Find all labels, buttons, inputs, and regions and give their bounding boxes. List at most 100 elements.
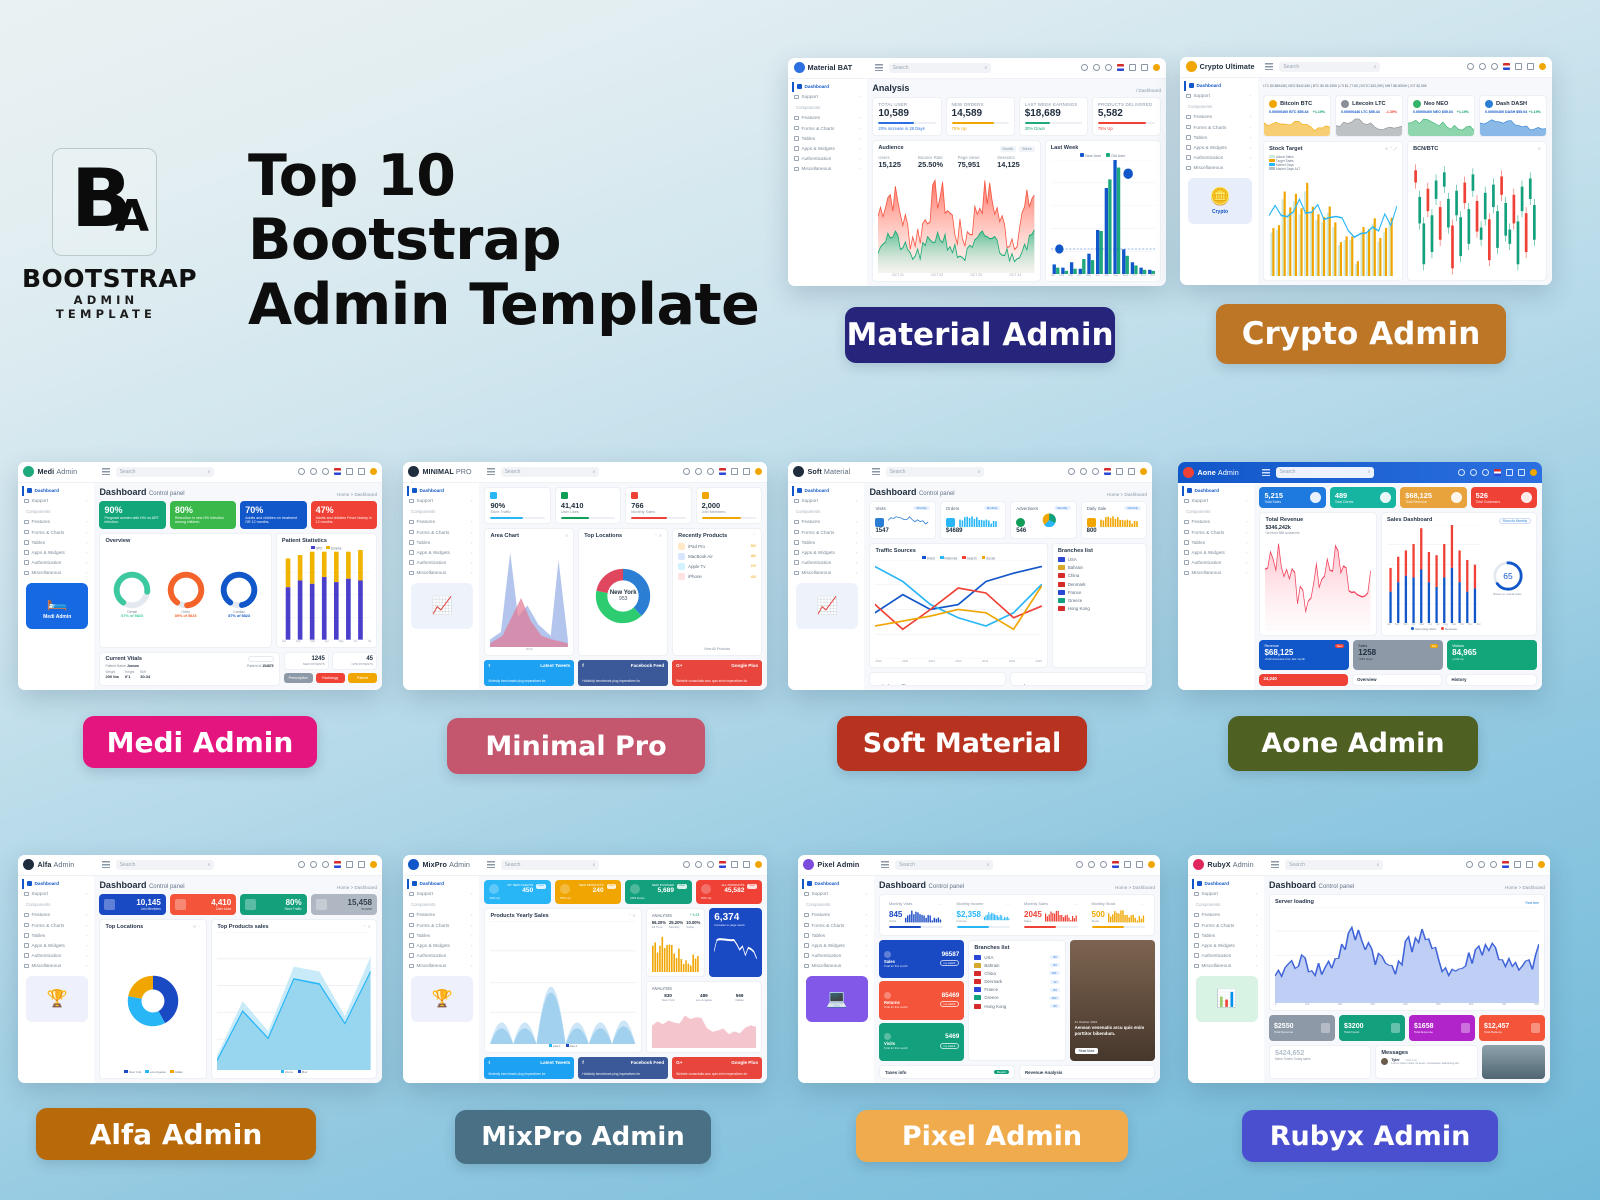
branch-row[interactable]: France 84 <box>974 986 1060 994</box>
branch-row[interactable]: USA 83 <box>974 953 1060 961</box>
sidebar-promo-card[interactable]: 🏆 <box>26 976 89 1023</box>
sidebar-item-forms-charts[interactable]: Forms & Charts › <box>1182 527 1254 537</box>
grid-apps-icon[interactable] <box>1135 861 1143 869</box>
sidebar-item-forms-charts[interactable]: Forms & Charts › <box>1184 122 1258 132</box>
chat-icon[interactable] <box>706 468 714 476</box>
template-label-soft-material[interactable]: Soft Material <box>837 716 1087 771</box>
realtime-badge[interactable]: Real time <box>1526 901 1539 905</box>
sidebar-item-authentication[interactable]: Authentication › <box>22 951 94 961</box>
sidebar-item-forms-charts[interactable]: Forms & Charts › <box>22 920 94 930</box>
moon-icon[interactable] <box>1081 64 1089 72</box>
grid-apps-icon[interactable] <box>742 468 750 476</box>
app-brand[interactable]: RubyX Admin <box>1193 859 1267 871</box>
branch-row[interactable]: Greece 402 <box>974 994 1060 1002</box>
app-brand[interactable]: MINIMAL PRO <box>408 466 482 478</box>
sidebar-item-features[interactable]: Features › <box>802 910 874 920</box>
sidebar-item-apps-widgets[interactable]: Apps & Widgets › <box>792 547 864 557</box>
language-flag-icon[interactable] <box>1117 64 1125 72</box>
sidebar-item-authentication[interactable]: Authentication › <box>22 558 94 568</box>
sidebar-item-forms-charts[interactable]: Forms & Charts › <box>792 527 864 537</box>
branch-row[interactable]: Denmark 12 <box>974 977 1060 985</box>
template-label-material-admin[interactable]: Material Admin <box>845 307 1115 363</box>
moon-icon[interactable] <box>1457 468 1465 476</box>
app-brand[interactable]: Soft Material <box>793 466 867 478</box>
panel-actions-icon[interactable]: ⌃ ✕ <box>628 913 636 921</box>
panel-actions-icon[interactable]: ✕ ⌃ ⤢ <box>1385 146 1397 154</box>
sidebar-item-dashboard[interactable]: Dashboard <box>1192 878 1264 889</box>
language-flag-icon[interactable] <box>1501 861 1509 869</box>
template-label-alfa-admin[interactable]: Alfa Admin <box>36 1108 316 1160</box>
menu-toggle-icon[interactable] <box>874 64 883 72</box>
fullscreen-icon[interactable] <box>1123 861 1131 869</box>
avatar[interactable] <box>1529 468 1537 476</box>
branch-row[interactable]: Bahrain <box>1057 564 1141 572</box>
template-label-rubyx-admin[interactable]: Rubyx Admin <box>1242 1110 1498 1162</box>
moon-icon[interactable] <box>1465 861 1473 869</box>
fullscreen-icon[interactable] <box>730 861 738 869</box>
sidebar-item-features[interactable]: Features › <box>407 910 479 920</box>
sidebar-item-miscellaneous[interactable]: Miscellaneous › <box>407 568 479 578</box>
breadcrumb[interactable]: Home > Dashboard <box>1115 885 1155 890</box>
sidebar-item-support[interactable]: Support › <box>792 496 864 506</box>
sidebar-item-forms-charts[interactable]: Forms & Charts › <box>407 920 479 930</box>
template-preview-medi-admin[interactable]: Medi Admin Search ⌕ Dashboard Support › … <box>18 462 382 690</box>
sidebar-item-miscellaneous[interactable]: Miscellaneous › <box>1192 961 1264 971</box>
language-flag-icon[interactable] <box>718 468 726 476</box>
sidebar-item-dashboard[interactable]: Dashboard <box>1184 80 1258 91</box>
chat-icon[interactable] <box>1489 861 1497 869</box>
search-input[interactable]: Search ⌕ <box>895 859 994 870</box>
language-flag-icon[interactable] <box>333 468 341 476</box>
breadcrumb[interactable]: Home > Dashboard <box>337 885 377 890</box>
sidebar-item-miscellaneous[interactable]: Miscellaneous › <box>1182 568 1254 578</box>
panel-actions-icon[interactable]: ⌃ ✕ <box>654 533 662 541</box>
vitals-search-input[interactable] <box>247 656 274 662</box>
avatar[interactable] <box>754 861 762 869</box>
stat-badge[interactable]: Monthly <box>1124 506 1141 511</box>
stat-view-button[interactable]: View <box>747 883 757 889</box>
sidebar-item-tables[interactable]: Tables › <box>407 537 479 547</box>
grid-apps-icon[interactable] <box>742 861 750 869</box>
sidebar-item-apps-widgets[interactable]: Apps & Widgets › <box>1182 547 1254 557</box>
product-row[interactable]: MacBook Air 480 <box>678 551 756 561</box>
avatar[interactable] <box>1539 63 1547 71</box>
fullscreen-icon[interactable] <box>1115 468 1123 476</box>
bell-icon[interactable] <box>1093 64 1101 72</box>
breadcrumb[interactable]: Home > Dashboard <box>1107 492 1147 497</box>
sidebar-item-support[interactable]: Support › <box>407 496 479 506</box>
sidebar-item-authentication[interactable]: Authentication › <box>792 154 867 164</box>
avatar[interactable] <box>1153 64 1161 72</box>
coin-card[interactable]: Neo NEO 0.00000400 NEO $55.04 +1.19% <box>1407 94 1476 137</box>
bell-icon[interactable] <box>694 468 702 476</box>
avatar[interactable] <box>1147 861 1155 869</box>
template-label-pixel-admin[interactable]: Pixel Admin <box>856 1110 1128 1162</box>
sidebar-item-apps-widgets[interactable]: Apps & Widgets › <box>22 940 94 950</box>
sidebar-item-dashboard[interactable]: Dashboard <box>407 878 479 889</box>
audience-toggle[interactable]: Month <box>999 145 1017 152</box>
show-as-monthly-button[interactable]: Show As Monthly <box>1498 517 1531 524</box>
grid-apps-icon[interactable] <box>1517 468 1525 476</box>
sidebar-item-apps-widgets[interactable]: Apps & Widgets › <box>407 547 479 557</box>
social-card[interactable]: G+ Google Plus Website vonandatis arcu qu… <box>672 660 763 686</box>
branch-row[interactable]: China 401 <box>974 969 1060 977</box>
bell-icon[interactable] <box>1079 468 1087 476</box>
sidebar-item-forms-charts[interactable]: Forms & Charts › <box>802 920 874 930</box>
moon-icon[interactable] <box>297 468 305 476</box>
action-button[interactable]: Patient <box>347 673 377 683</box>
social-card[interactable]: G+ Google Plus Website vonandatis arcu qu… <box>672 1057 763 1079</box>
branch-row[interactable]: France <box>1057 588 1141 596</box>
template-preview-mixpro-admin[interactable]: MixPro Admin Search ⌕ Dashboard Support <box>403 855 767 1083</box>
sidebar-item-features[interactable]: Features › <box>1192 910 1264 920</box>
metric-badge[interactable]: my watch <box>939 960 960 967</box>
sidebar-item-tables[interactable]: Tables › <box>1182 537 1254 547</box>
sidebar-promo-card[interactable]: 📈 <box>796 583 859 630</box>
bell-icon[interactable] <box>1469 468 1477 476</box>
language-flag-icon[interactable] <box>1493 468 1501 476</box>
menu-toggle-icon[interactable] <box>1271 861 1280 869</box>
sidebar-item-authentication[interactable]: Authentication › <box>1182 558 1254 568</box>
stat-badge[interactable]: Monthly <box>1054 506 1071 511</box>
branch-row[interactable]: Greece <box>1057 596 1141 604</box>
sidebar-item-authentication[interactable]: Authentication › <box>407 951 479 961</box>
sidebar-item-miscellaneous[interactable]: Miscellaneous › <box>792 568 864 578</box>
template-label-aone-admin[interactable]: Aone Admin <box>1228 716 1478 771</box>
grid-apps-icon[interactable] <box>1525 861 1533 869</box>
